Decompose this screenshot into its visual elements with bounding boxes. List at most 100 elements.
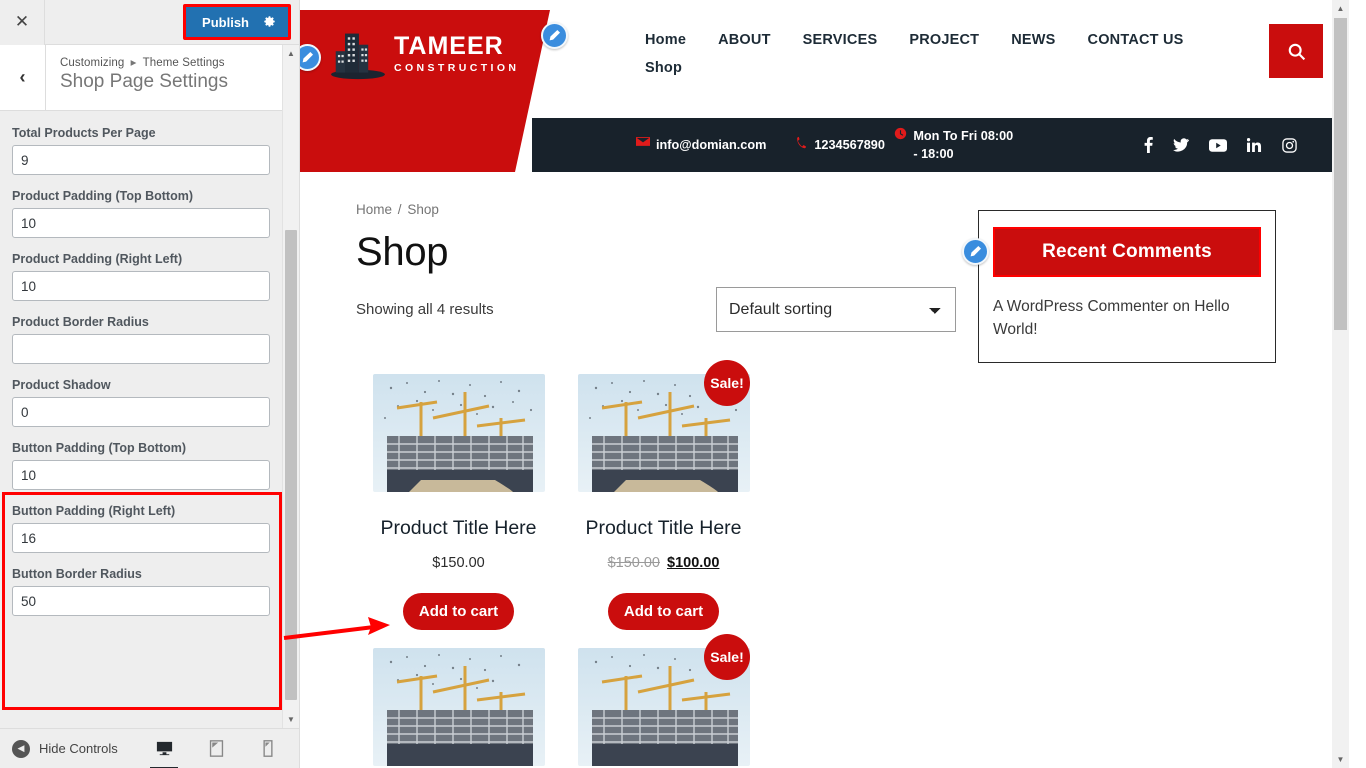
clock-icon [894,127,907,144]
contact-hours: Mon To Fri 08:00 - 18:00 [894,127,1014,164]
product-grid: Product Title Here $150.00 Add to cart S… [356,360,956,768]
site-logo-block[interactable]: TAMEER CONSTRUCTION [300,10,550,172]
facebook-icon[interactable] [1144,137,1153,153]
mobile-icon [263,740,273,757]
primary-nav: Home ABOUT SERVICES PROJECT NEWS CONTACT… [550,10,1250,76]
header-search-button[interactable] [1269,24,1323,78]
nav-item-shop[interactable]: Shop [645,60,1250,76]
nav-item-services[interactable]: SERVICES [803,32,878,48]
control-label: Button Padding (Top Bottom) [12,441,187,455]
pencil-icon [970,245,982,257]
site-preview-frame: TAMEER CONSTRUCTION Home ABOUT SERVICES … [300,0,1349,768]
contact-phone[interactable]: 1234567890 [796,136,885,154]
breadcrumb-root[interactable]: Customizing [60,57,124,69]
product-price: $150.00 [356,555,561,571]
preview-scrollbar-thumb[interactable] [1334,18,1347,330]
twitter-icon-svg [1173,138,1189,152]
product-padding-right-left-input[interactable] [12,271,270,301]
edit-nav-pencil-icon[interactable] [541,22,568,49]
device-tablet-button[interactable] [199,729,233,768]
construction-photo [372,374,545,492]
shop-content: Home / Shop Shop Showing all 4 results D… [300,172,1349,768]
product-border-radius-input[interactable] [12,334,270,364]
control-label: Total Products Per Page [12,126,156,140]
clock-icon-svg [895,127,907,139]
edit-widget-pencil-icon[interactable] [962,238,989,265]
preview-scroll-up-icon[interactable]: ▲ [1332,0,1349,17]
breadcrumb-home-link[interactable]: Home [356,202,392,217]
back-button[interactable]: ‹ [0,45,46,110]
customizer-controls-list: Total Products Per Page Product Padding … [0,112,299,728]
recent-comments-widget: Recent Comments A WordPress Commenter on… [978,210,1276,363]
product-image[interactable] [372,648,545,767]
product-padding-top-bottom-input[interactable] [12,208,270,238]
nav-item-about[interactable]: ABOUT [718,32,771,48]
product-price: $150.00 $100.00 [561,555,766,571]
product-image[interactable] [372,374,545,492]
logo-inner: TAMEER CONSTRUCTION [300,10,550,80]
add-to-cart-button[interactable]: Add to cart [402,593,515,631]
hide-controls-button[interactable]: ◀ Hide Controls [0,739,118,758]
control-label: Product Padding (Right Left) [12,252,183,266]
preview-scroll-down-icon[interactable]: ▼ [1332,751,1349,768]
logo-tagline: CONSTRUCTION [394,62,520,74]
device-desktop-button[interactable] [147,729,181,768]
product-card[interactable]: Sale! [561,360,766,640]
close-customizer-button[interactable]: ✕ [0,0,45,45]
button-padding-top-bottom-input[interactable] [12,460,270,490]
control-button-padding-right-left: Button Padding (Right Left) [12,504,287,553]
publish-label: Publish [202,14,249,30]
instagram-icon[interactable] [1282,137,1297,153]
collapse-arrow-icon: ◀ [12,739,30,758]
button-border-radius-input[interactable] [12,586,270,616]
pencil-icon [549,29,561,41]
scroll-up-arrow-icon[interactable]: ▲ [283,45,299,62]
widget-comment-item[interactable]: A WordPress Commenter on Hello World! [993,295,1261,342]
total-products-per-page-input[interactable] [12,145,270,175]
result-count: Showing all 4 results [356,301,494,318]
device-mobile-button[interactable] [251,729,285,768]
nav-item-news[interactable]: NEWS [1011,32,1055,48]
breadcrumb-separator: / [397,202,402,217]
product-title[interactable]: Product Title Here [356,516,561,541]
publish-button[interactable]: Publish [186,7,288,37]
instagram-icon-svg [1282,137,1297,153]
preview-scrollbar[interactable]: ▲ ▼ [1332,0,1349,768]
price-current: $150.00 [432,555,485,572]
control-label: Product Border Radius [12,315,149,329]
sorting-select[interactable]: Default sorting [716,287,956,332]
contact-email-text: info@domian.com [656,137,767,152]
customizer-panel: ✕ Publish ‹ Customizing ▸ Theme Settings… [0,0,300,768]
linkedin-icon[interactable] [1247,137,1262,153]
nav-item-home[interactable]: Home [645,32,686,48]
youtube-icon[interactable] [1209,137,1227,153]
nav-item-project[interactable]: PROJECT [909,32,979,48]
control-product-padding-right-left: Product Padding (Right Left) [12,252,287,301]
breadcrumb-parent[interactable]: Theme Settings [143,57,225,69]
gear-icon[interactable] [263,15,276,30]
breadcrumb-separator-icon: ▸ [130,57,137,69]
price-original: $150.00 [607,555,660,572]
control-label: Button Border Radius [12,567,142,581]
product-card[interactable] [356,648,561,768]
control-product-shadow: Product Shadow [12,378,287,427]
building-logo-icon [331,33,385,80]
add-to-cart-button[interactable]: Add to cart [607,593,720,631]
customizer-topbar: ✕ Publish [0,0,299,45]
product-card[interactable]: Sale! [561,634,766,768]
product-title[interactable]: Product Title Here [561,516,766,541]
control-total-products-per-page: Total Products Per Page [12,126,287,175]
nav-item-contact-us[interactable]: CONTACT US [1088,32,1184,48]
price-sale: $100.00 [667,555,720,572]
device-preview-switcher [147,729,299,768]
product-shadow-input[interactable] [12,397,270,427]
construction-photo [372,648,545,767]
contact-email[interactable]: info@domian.com [636,136,766,154]
page-title: Shop Page Settings [60,71,228,92]
button-padding-right-left-input[interactable] [12,523,270,553]
customizer-footer: ◀ Hide Controls [0,728,299,768]
twitter-icon[interactable] [1173,137,1189,153]
preview-page: TAMEER CONSTRUCTION Home ABOUT SERVICES … [300,0,1349,768]
scroll-down-arrow-icon[interactable]: ▼ [283,711,299,728]
control-button-padding-top-bottom: Button Padding (Top Bottom) [12,441,287,490]
